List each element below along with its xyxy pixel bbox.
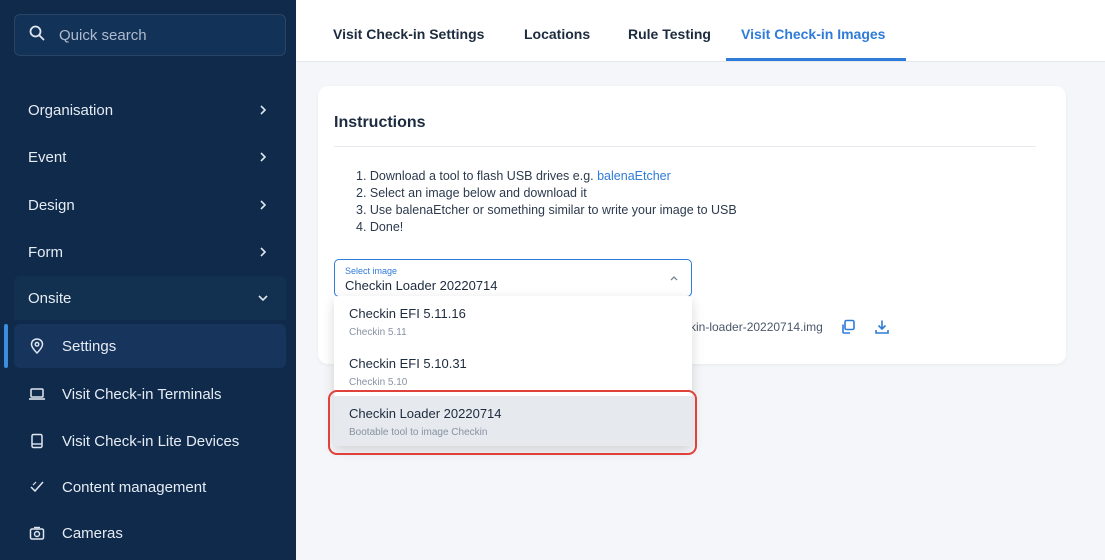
chevron-right-icon	[260, 200, 267, 210]
tablet-icon	[28, 432, 46, 450]
sidebar-item-label: Event	[28, 148, 67, 166]
sidebar-subitem-label: Cameras	[62, 524, 123, 542]
tab-visit-checkin-settings[interactable]: Visit Check-in Settings	[333, 26, 484, 42]
laptop-icon	[28, 385, 46, 403]
select-image-label: Select image	[345, 266, 398, 276]
sidebar-item-onsite[interactable]: Onsite	[14, 276, 286, 320]
option-subtitle: Checkin 5.11	[349, 327, 407, 338]
sidebar-subitem-cameras[interactable]: Cameras	[14, 511, 286, 555]
sidebar-subitem-terminals[interactable]: Visit Check-in Terminals	[14, 372, 286, 416]
tab-visit-checkin-images[interactable]: Visit Check-in Images	[741, 26, 885, 42]
option-title: Checkin EFI 5.10.31	[349, 356, 467, 371]
sidebar-item-organisation[interactable]: Organisation	[14, 88, 286, 132]
step-1: 1. Download a tool to flash USB drives e…	[356, 168, 737, 185]
chevron-up-icon	[670, 276, 678, 281]
sidebar-subitem-label: Visit Check-in Terminals	[62, 385, 222, 403]
sidebar-item-label: Organisation	[28, 101, 114, 119]
active-indicator	[4, 324, 8, 368]
sidebar-item-label: Onsite	[28, 289, 72, 307]
instruction-steps: 1. Download a tool to flash USB drives e…	[356, 168, 737, 236]
chevron-right-icon	[260, 105, 267, 115]
sidebar-subitem-label: Content management	[62, 478, 207, 496]
sidebar-subitem-label: Settings	[62, 337, 117, 355]
sidebar-subitem-lite-devices[interactable]: Visit Check-in Lite Devices	[14, 419, 286, 463]
option-efi-5-10-31[interactable]: Checkin EFI 5.10.31 Checkin 5.10	[334, 346, 692, 396]
copy-icon[interactable]	[839, 318, 857, 336]
tab-bar: Visit Check-in Settings Locations Rule T…	[296, 0, 1105, 62]
sidebar-item-design[interactable]: Design	[14, 183, 286, 227]
sidebar-item-label: Form	[28, 243, 63, 261]
step-3: 3. Use balenaEtcher or something similar…	[356, 203, 737, 217]
divider	[334, 146, 1036, 147]
option-efi-5-11-16[interactable]: Checkin EFI 5.11.16 Checkin 5.11	[334, 296, 692, 346]
chevron-down-icon	[258, 295, 268, 302]
location-pin-icon	[28, 337, 46, 355]
sidebar-subitem-content-management[interactable]: Content management	[14, 465, 286, 509]
sidebar-item-event[interactable]: Event	[14, 135, 286, 179]
step-1-text: 1. Download a tool to flash USB drives e…	[356, 169, 598, 183]
tab-locations[interactable]: Locations	[524, 26, 590, 42]
card-title: Instructions	[334, 114, 426, 131]
active-tab-underline	[726, 58, 906, 61]
sidebar-subitem-label: Visit Check-in Lite Devices	[62, 432, 240, 450]
option-subtitle: Checkin 5.10	[349, 377, 408, 388]
check-icon	[28, 478, 46, 496]
balena-etcher-link[interactable]: balenaEtcher	[597, 169, 671, 183]
sidebar-subitem-settings[interactable]: Settings	[14, 324, 286, 368]
option-title: Checkin EFI 5.11.16	[349, 306, 466, 321]
quick-search[interactable]	[14, 14, 286, 56]
selected-file-row: kin-loader-20220714.img	[690, 318, 891, 336]
download-icon[interactable]	[873, 318, 891, 336]
tab-rule-testing[interactable]: Rule Testing	[628, 26, 711, 42]
camera-icon	[28, 524, 46, 542]
select-image-dropdown[interactable]: Select image Checkin Loader 20220714	[334, 259, 692, 297]
step-2: 2. Select an image below and download it	[356, 186, 587, 200]
sidebar: Organisation Event Design Form Onsite Se…	[0, 0, 296, 560]
file-name: kin-loader-20220714.img	[690, 320, 823, 334]
sidebar-item-form[interactable]: Form	[14, 230, 286, 274]
search-icon	[29, 25, 45, 46]
search-input[interactable]	[59, 26, 259, 44]
select-image-value: Checkin Loader 20220714	[345, 278, 498, 293]
chevron-right-icon	[260, 152, 267, 162]
step-4: 4. Done!	[356, 220, 404, 234]
sidebar-item-label: Design	[28, 196, 75, 214]
highlight-annotation	[328, 390, 697, 455]
chevron-right-icon	[260, 247, 267, 257]
